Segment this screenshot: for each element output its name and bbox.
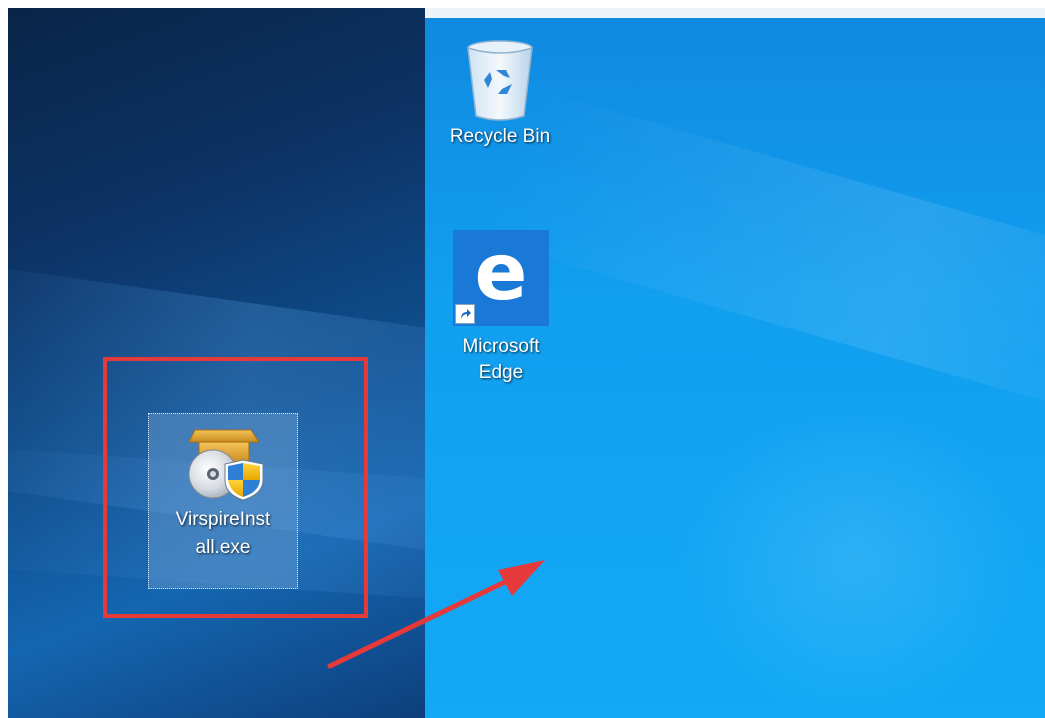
label-line: Edge	[478, 362, 524, 383]
red-highlight-box	[103, 357, 368, 618]
wallpaper-glow	[675, 398, 1035, 718]
desktop-icon-label: Recycle Bin	[449, 126, 551, 147]
desktop-icon-recycle-bin[interactable]: Recycle Bin	[440, 36, 560, 150]
label-line: Microsoft	[462, 336, 540, 357]
desktop-icon-microsoft-edge[interactable]: e Microsoft Edge	[445, 230, 557, 386]
wallpaper-light-ray	[476, 84, 1045, 432]
edge-icon: e	[453, 230, 549, 326]
window-top-strip	[425, 8, 1045, 18]
shortcut-arrow-icon	[455, 304, 475, 324]
desktop-icon-label: Microsoft Edge	[462, 334, 539, 386]
recycle-bin-icon	[467, 40, 533, 121]
